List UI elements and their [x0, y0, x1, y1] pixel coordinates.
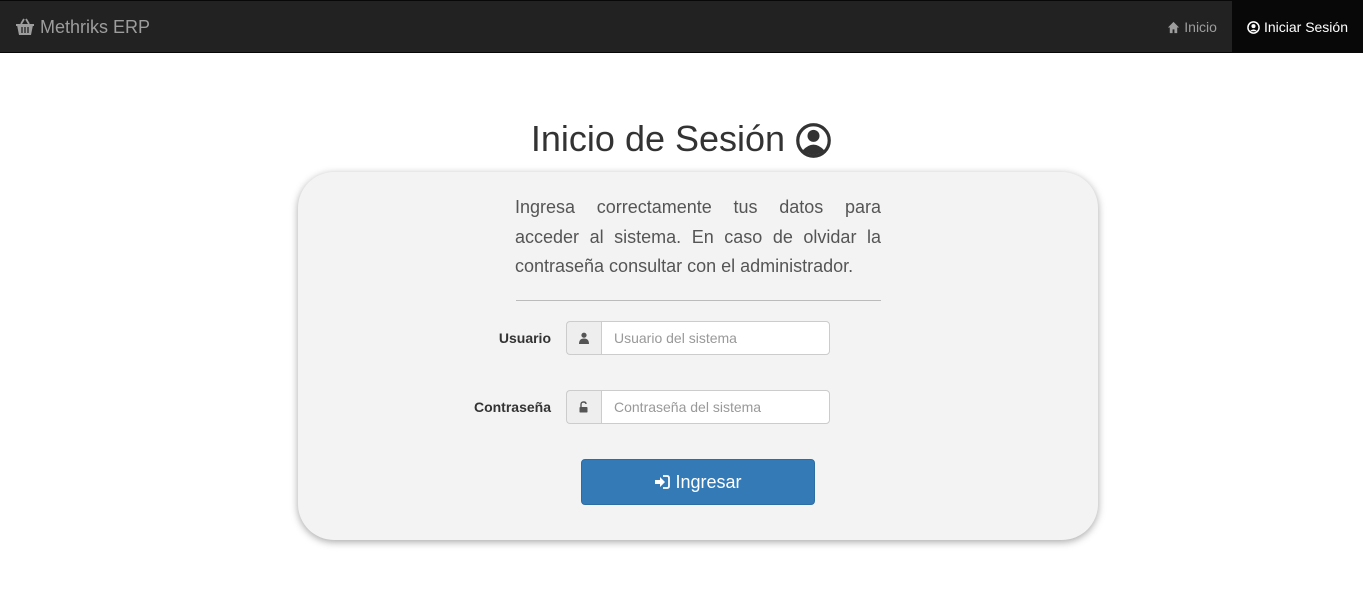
divider [516, 300, 881, 301]
nav-item-label: Inicio [1184, 19, 1217, 35]
basket-icon [16, 18, 34, 35]
nav-menu: Inicio Iniciar Sesión [1152, 1, 1363, 53]
user-icon [579, 332, 589, 344]
password-row: Contraseña [298, 390, 1098, 424]
username-label: Usuario [498, 330, 551, 346]
user-circle-icon [796, 122, 831, 158]
login-button-label: Ingresar [675, 471, 742, 492]
login-button[interactable]: Ingresar [581, 459, 815, 505]
password-input-group [566, 390, 830, 424]
username-input-group [566, 321, 830, 355]
page-title: Inicio de Sesión [0, 118, 1363, 160]
intro-text: Ingresa correctamente tus datos para acc… [515, 197, 881, 276]
page-title-text: Inicio de Sesión [530, 118, 786, 159]
nav-item-label: Iniciar Sesión [1263, 19, 1348, 35]
password-input[interactable] [601, 390, 830, 424]
brand-label: Methriks ERP [40, 16, 151, 37]
brand-link[interactable]: Methriks ERP [15, 1, 150, 53]
username-row: Usuario [298, 321, 1098, 355]
home-icon [1168, 21, 1180, 33]
nav-item-inicio[interactable]: Inicio [1152, 1, 1232, 53]
user-circle-icon [1247, 20, 1260, 34]
sign-in-icon [655, 475, 671, 489]
password-label: Contraseña [473, 399, 551, 415]
nav-item-iniciar-sesion[interactable]: Iniciar Sesión [1231, 1, 1363, 53]
password-addon [566, 390, 601, 424]
top-navbar: Methriks ERP Inicio Iniciar Sesión [0, 0, 1363, 53]
unlock-icon [579, 401, 588, 413]
username-addon [566, 321, 601, 355]
login-card: Ingresa correctamente tus datos para acc… [298, 172, 1098, 540]
username-input[interactable] [601, 321, 830, 355]
